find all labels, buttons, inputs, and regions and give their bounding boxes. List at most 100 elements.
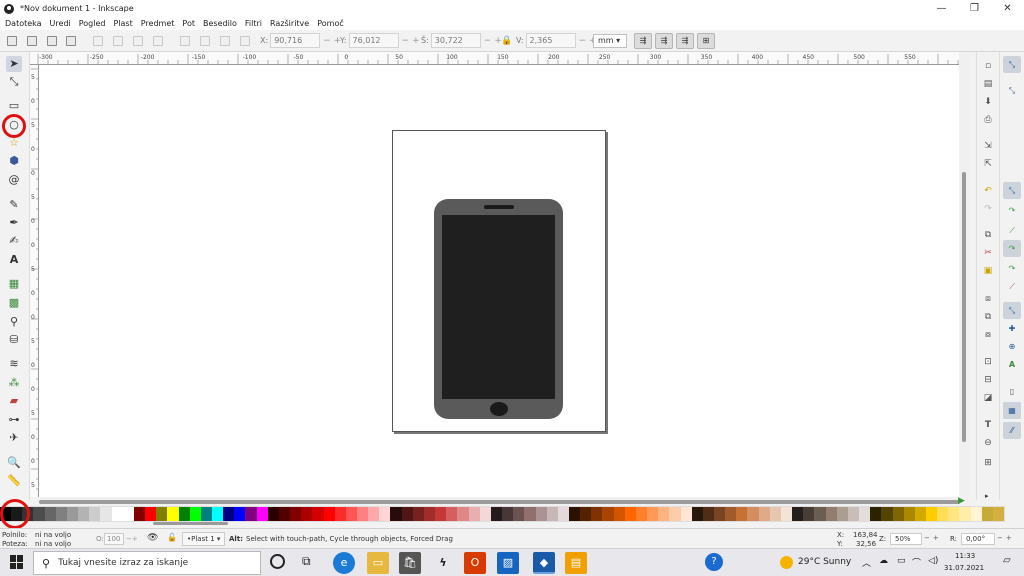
palette-swatch[interactable] [323, 507, 335, 521]
transform-patterns-button[interactable]: ⊞ [697, 33, 715, 49]
layer-select[interactable]: •Plast 1 ▾ [182, 532, 226, 546]
phone-drawing[interactable] [430, 195, 570, 425]
snap-midpoint-icon[interactable]: ⟋ [1003, 278, 1021, 295]
palette-swatch[interactable] [301, 507, 313, 521]
palette-swatch[interactable] [412, 507, 424, 521]
snap-center-icon[interactable]: ✚ [1003, 320, 1021, 337]
horizontal-scrollbar[interactable] [39, 497, 960, 506]
opacity-input[interactable]: 100 [104, 533, 124, 545]
palette-swatch[interactable] [624, 507, 636, 521]
store-icon[interactable]: 🛍 [399, 552, 421, 574]
snap-page-icon[interactable]: ▯ [1003, 383, 1021, 400]
menu-filters[interactable]: Filtri [245, 19, 262, 28]
palette-swatch[interactable] [334, 507, 346, 521]
new-document-icon[interactable]: ▫ [981, 59, 995, 73]
palette-swatch[interactable] [803, 507, 815, 521]
snap-text-baseline-icon[interactable]: A [1003, 356, 1021, 373]
palette-swatch[interactable] [814, 507, 826, 521]
xml-editor-icon[interactable]: ⊖ [981, 436, 995, 450]
cloud-icon[interactable]: ☁ [879, 556, 888, 566]
palette-swatch[interactable] [937, 507, 949, 521]
palette-swatch[interactable] [780, 507, 793, 521]
lpe-tool-icon[interactable]: ✈ [6, 430, 22, 446]
palette-swatch[interactable] [111, 507, 123, 521]
palette-swatch[interactable] [122, 507, 134, 521]
stroke-value[interactable]: ni na voljo [35, 540, 71, 548]
text-font-icon[interactable]: T [981, 418, 995, 432]
palette-swatch[interactable] [691, 507, 703, 521]
duplicate-icon[interactable]: ⧈ [981, 292, 995, 306]
phone-screen[interactable] [442, 215, 555, 399]
clone-icon[interactable]: ⧉ [981, 310, 995, 324]
zoom-input[interactable]: 50% [890, 533, 922, 545]
menu-text[interactable]: Besedilo [203, 19, 237, 28]
palette-swatch[interactable] [278, 507, 291, 521]
volume-icon[interactable]: ◁) [928, 556, 938, 566]
palette-swatch[interactable] [156, 507, 168, 521]
rotation-input[interactable]: 0,00° [961, 533, 995, 545]
palette-swatch[interactable] [390, 507, 402, 521]
selector-tool-icon[interactable]: ➤ [6, 56, 22, 72]
gradient-tool-icon[interactable]: ▦ [6, 276, 22, 292]
raise-to-top-icon[interactable] [180, 36, 190, 46]
palette-swatch[interactable] [312, 507, 324, 521]
snap-toggle-icon[interactable]: ⤡ [1003, 56, 1021, 73]
measure-tool-icon[interactable]: 📏 [6, 473, 22, 489]
snap-path-icon[interactable]: ↷ [1003, 202, 1021, 219]
palette-swatch[interactable] [647, 507, 659, 521]
open-icon[interactable]: ▤ [981, 77, 995, 91]
palette-swatch[interactable] [992, 507, 1005, 521]
palette-swatch[interactable] [769, 507, 781, 521]
raise-icon[interactable] [200, 36, 210, 46]
palette-swatch[interactable] [211, 507, 224, 521]
palette-swatch[interactable] [256, 507, 268, 521]
palette-swatch[interactable] [736, 507, 748, 521]
vertical-scroll-thumb[interactable] [962, 172, 966, 442]
snap-bbox-icon[interactable]: ⤡ [1003, 82, 1021, 99]
minimize-button[interactable]: — [925, 0, 958, 17]
x-input[interactable]: 90,716 [270, 33, 321, 48]
palette-swatch[interactable] [167, 507, 179, 521]
zoom-stepper[interactable]: −+ [924, 534, 942, 542]
canvas-corner-icon[interactable]: ▶ [958, 496, 965, 506]
height-input[interactable]: 2,365 [525, 33, 576, 48]
palette-swatch[interactable] [914, 507, 926, 521]
taskbar-search-box[interactable]: ⚲ Tukaj vnesite izraz za iskanje [33, 551, 261, 575]
app-bolt-icon[interactable]: ϟ [432, 552, 454, 574]
palette-swatch[interactable] [502, 507, 514, 521]
rotation-stepper[interactable]: −+ [997, 534, 1015, 542]
menu-edit[interactable]: Uredi [50, 19, 71, 28]
fill-stroke-icon[interactable]: ◪ [981, 391, 995, 405]
palette-swatch[interactable] [189, 507, 201, 521]
palette-swatch[interactable] [725, 507, 737, 521]
tray-chevron-icon[interactable]: ︿ [862, 556, 871, 569]
palette-swatch[interactable] [758, 507, 770, 521]
palette-swatch[interactable] [133, 507, 146, 521]
cut-icon[interactable]: ✂ [981, 246, 995, 260]
layer-lock-icon[interactable]: 🔓 [167, 533, 177, 542]
palette-swatch[interactable] [44, 507, 56, 521]
palette-swatch[interactable] [859, 507, 871, 521]
redo-icon[interactable]: ↷ [981, 202, 995, 216]
palette-swatch[interactable] [145, 507, 157, 521]
menu-help[interactable]: Pomoč [317, 19, 344, 28]
select-all-layers-icon[interactable] [27, 36, 37, 46]
menu-extensions[interactable]: Razširitve [270, 19, 309, 28]
palette-swatch[interactable] [680, 507, 692, 521]
maximize-button[interactable]: ❐ [958, 0, 991, 17]
fill-value[interactable]: ni na voljo [35, 531, 71, 539]
palette-swatch[interactable] [290, 507, 302, 521]
help-icon[interactable]: ? [705, 553, 723, 571]
palette-swatch[interactable] [357, 507, 369, 521]
photos-icon[interactable]: ▨ [497, 552, 519, 574]
palette-swatch[interactable] [457, 507, 469, 521]
mesh-tool-icon[interactable]: ▩ [6, 295, 22, 311]
palette-swatch[interactable] [602, 507, 614, 521]
palette-swatch[interactable] [792, 507, 804, 521]
spiral-tool-icon[interactable]: @ [6, 172, 22, 188]
palette-swatch[interactable] [223, 507, 235, 521]
menu-path[interactable]: Pot [182, 19, 195, 28]
palette-swatch[interactable] [981, 507, 993, 521]
palette-swatch[interactable] [568, 507, 581, 521]
palette-swatch[interactable] [234, 507, 246, 521]
